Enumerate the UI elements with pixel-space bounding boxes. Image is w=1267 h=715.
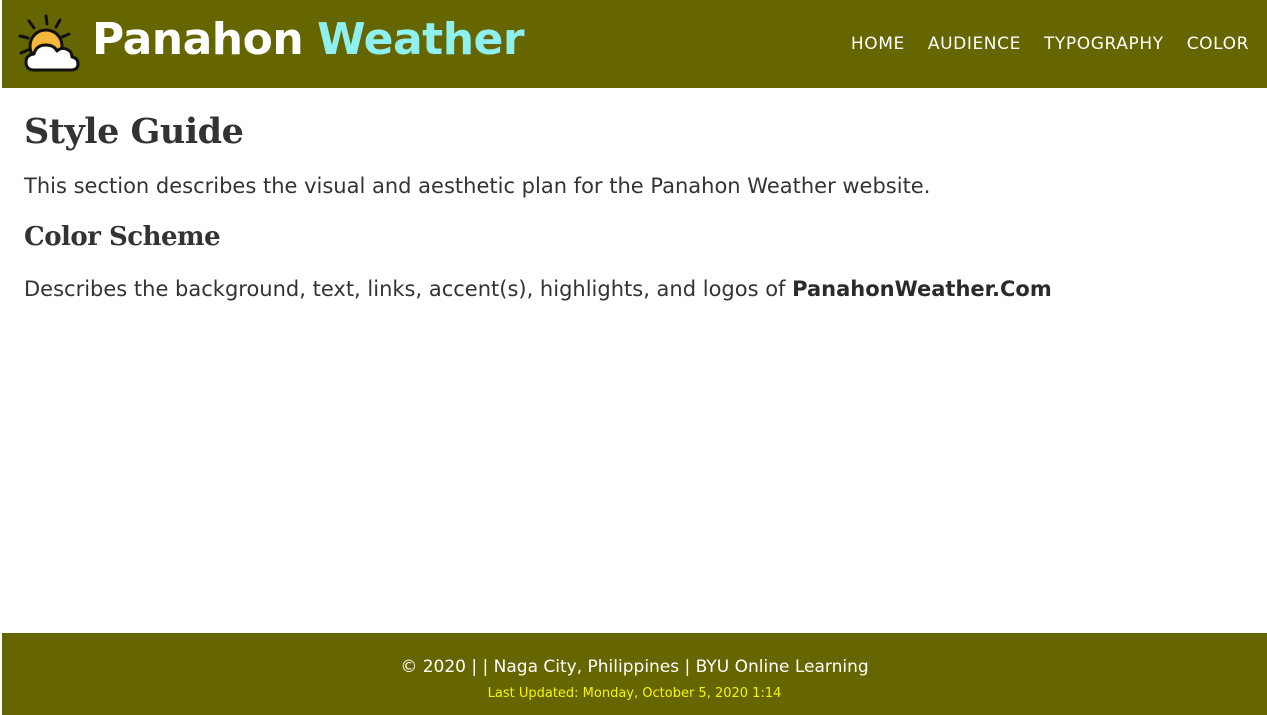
nav-typography-link[interactable]: TYPOGRAPHY xyxy=(1044,32,1164,56)
nav-home-link[interactable]: HOME xyxy=(851,32,905,56)
brand-name-part1: Panahon xyxy=(92,14,304,65)
footer-copyright: © 2020 | | Naga City, Philippines | BYU … xyxy=(400,657,869,677)
sun-behind-cloud-icon[interactable] xyxy=(16,12,82,74)
page-title: Style Guide xyxy=(24,111,244,152)
site-header: Panahon Weather HOME AUDIENCE TYPOGRAPHY … xyxy=(2,0,1267,88)
intro-text: This section describes the visual and ae… xyxy=(24,174,931,198)
footer-last-updated: Last Updated: Monday, October 5, 2020 1:… xyxy=(487,686,782,701)
section-description: Describes the background, text, links, a… xyxy=(24,274,1244,304)
section-description-text: Describes the background, text, links, a… xyxy=(24,277,786,301)
site-footer: © 2020 | | Naga City, Philippines | BYU … xyxy=(2,633,1267,715)
nav-color-link[interactable]: COLOR xyxy=(1187,32,1249,56)
main-nav: HOME AUDIENCE TYPOGRAPHY COLOR xyxy=(851,32,1249,56)
site-brand[interactable]: Panahon Weather xyxy=(92,10,525,70)
brand-name-part2: Weather xyxy=(317,14,525,65)
section-brand-text: PanahonWeather.Com xyxy=(792,277,1052,301)
nav-audience-link[interactable]: AUDIENCE xyxy=(928,32,1021,56)
section-title: Color Scheme xyxy=(24,222,221,252)
main-content: Style Guide This section describes the v… xyxy=(24,108,1244,304)
